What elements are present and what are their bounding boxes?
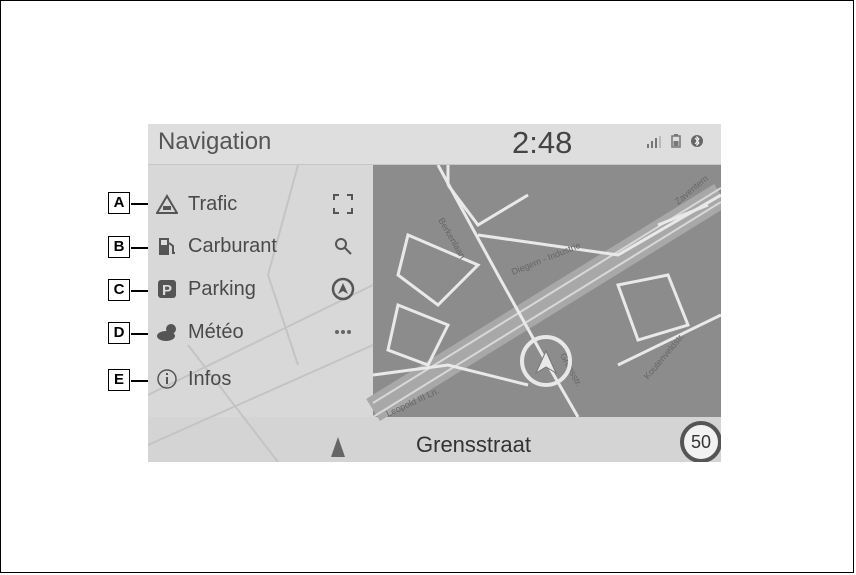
bluetooth-icon [691, 134, 703, 153]
traffic-warning-icon [156, 193, 178, 215]
top-bar: Navigation 2:48 [148, 124, 721, 165]
menu-label-infos: Infos [188, 367, 232, 390]
menu-label-carburant: Carburant [188, 234, 277, 257]
menu-item-parking[interactable]: P Parking [156, 274, 256, 304]
callout-e: E [108, 369, 130, 391]
current-street-label: Grensstraat [416, 432, 531, 457]
fullscreen-icon [333, 194, 353, 214]
screen-title: Navigation [158, 128, 272, 155]
signal-icon [647, 135, 661, 153]
battery-icon [671, 134, 681, 153]
more-button[interactable] [328, 317, 358, 347]
status-icons [647, 134, 703, 153]
fuel-pump-icon [156, 235, 178, 257]
callout-b: B [108, 236, 130, 258]
menu-item-infos[interactable]: Infos [156, 364, 231, 394]
fullscreen-button[interactable] [328, 189, 358, 219]
menu-label-parking: Parking [188, 277, 256, 300]
compass-icon [331, 277, 355, 301]
head-unit-screen: Berkenlaan Diegem - Industrie Grensstr. … [148, 124, 721, 462]
menu-label-meteo: Météo [188, 320, 244, 343]
menu-item-trafic[interactable]: Trafic [156, 189, 237, 219]
search-icon [335, 238, 352, 255]
info-icon [156, 368, 178, 390]
callout-c: C [108, 279, 130, 301]
clock: 2:48 [512, 125, 573, 160]
parking-icon: P [156, 278, 178, 300]
callout-a: A [108, 192, 130, 214]
more-icon [335, 330, 351, 334]
menu-item-carburant[interactable]: Carburant [156, 231, 277, 261]
callout-d: D [108, 322, 130, 344]
svg-text:P: P [162, 282, 172, 299]
compass-button[interactable] [328, 274, 358, 304]
menu-label-trafic: Trafic [188, 192, 238, 215]
speed-limit-sign: 50 [680, 421, 721, 462]
menu-item-meteo[interactable]: Météo [156, 317, 244, 347]
search-button[interactable] [328, 231, 358, 261]
weather-icon [156, 321, 178, 343]
